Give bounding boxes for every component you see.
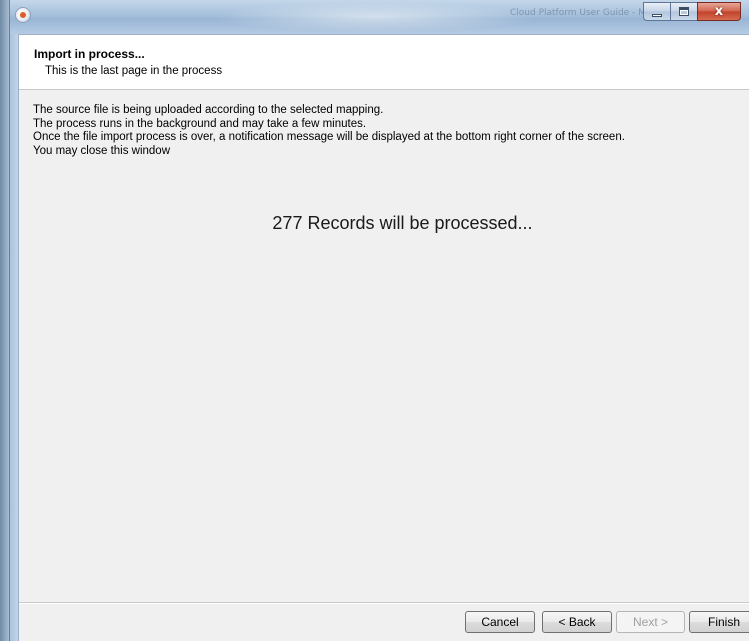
wizard-header: Import in process... This is the last pa…	[19, 35, 749, 90]
info-text: The source file is being uploaded accord…	[33, 104, 625, 158]
info-line: The source file is being uploaded accord…	[33, 104, 384, 116]
close-icon: x	[714, 4, 724, 19]
app-logo-icon[interactable]	[15, 7, 31, 23]
next-button[interactable]: Next >	[616, 611, 685, 633]
page-subtitle: This is the last page in the process	[45, 65, 223, 77]
import-wizard-window: Cloud Platform User Guide - Microsoft Wo…	[9, 0, 749, 641]
desktop-background-edge	[0, 0, 9, 641]
window-title: Cloud Platform User Guide - Microsoft Wo…	[510, 8, 650, 18]
maximize-button[interactable]	[670, 2, 697, 21]
maximize-icon	[679, 7, 689, 16]
info-line: Once the file import process is over, a …	[33, 131, 625, 143]
cancel-button[interactable]: Cancel	[465, 611, 535, 633]
minimize-button[interactable]	[643, 2, 670, 21]
footer-divider	[19, 602, 749, 604]
finish-button[interactable]: Finish	[689, 611, 749, 633]
info-line: The process runs in the background and m…	[33, 117, 367, 130]
page-title: Import in process...	[34, 47, 145, 61]
wizard-client-area: Import in process... This is the last pa…	[18, 34, 749, 641]
back-button[interactable]: < Back	[542, 611, 612, 633]
title-bar[interactable]: Cloud Platform User Guide - Microsoft Wo…	[10, 0, 749, 34]
window-frame-left	[10, 34, 18, 641]
caption-buttons: x	[643, 2, 741, 22]
title-bar-glow	[210, 2, 540, 32]
close-button[interactable]: x	[697, 2, 741, 21]
info-line: You may close this window	[33, 144, 171, 157]
records-count-message: 277 Records will be processed...	[272, 213, 533, 233]
minimize-icon	[652, 14, 662, 17]
